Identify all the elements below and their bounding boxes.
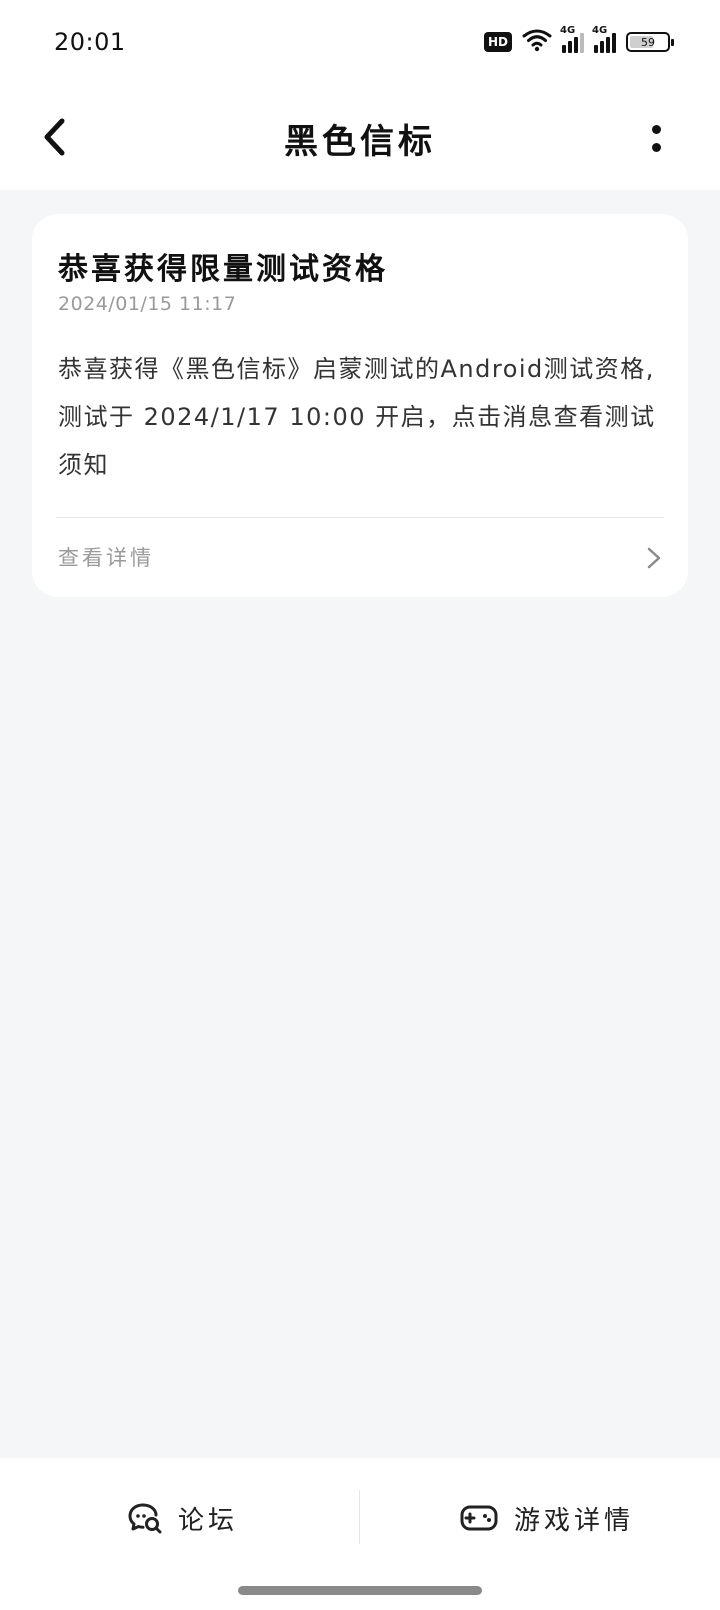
status-time: 20:01	[54, 28, 126, 56]
message-body: 恭喜获得《黑色信标》启蒙测试的Android测试资格,测试于 2024/1/17…	[58, 355, 656, 479]
hd-voice-icon: HD	[483, 32, 512, 52]
signal-icon: 4G	[592, 25, 616, 53]
message-card[interactable]: 恭喜获得限量测试资格 2024/01/15 11:17 恭喜获得《黑色信标》启蒙…	[32, 214, 688, 597]
network-type-label: 4G	[560, 25, 576, 36]
more-vertical-icon	[651, 124, 661, 134]
signal-icon: 4G	[560, 25, 584, 53]
game-details-label: 游戏详情	[514, 1505, 635, 1536]
view-details-label: 查看详情	[58, 546, 154, 570]
bottom-divider	[359, 1490, 360, 1544]
status-bar: 20:01 HD 4G 4G 59	[0, 0, 720, 86]
battery-icon: 59	[626, 32, 674, 52]
network-type-label: 4G	[592, 25, 608, 36]
game-details-button[interactable]: 游戏详情	[460, 1478, 634, 1558]
screen: 20:01 HD 4G 4G 59 黑色信标 恭喜获得限量测试资格 2024/0…	[0, 0, 720, 1610]
wifi-icon	[522, 28, 552, 56]
home-indicator[interactable]	[238, 1586, 482, 1595]
status-icons: HD 4G 4G 59	[483, 25, 674, 56]
forum-button[interactable]: 论坛	[128, 1478, 238, 1558]
gamepad-icon	[460, 1505, 498, 1531]
chevron-right-icon	[647, 547, 661, 569]
header: 黑色信标	[0, 86, 720, 190]
page-title: 黑色信标	[284, 122, 436, 162]
battery-level: 59	[641, 35, 655, 49]
forum-label: 论坛	[178, 1505, 239, 1536]
message-title: 恭喜获得限量测试资格	[58, 252, 388, 287]
more-options-button[interactable]	[636, 112, 676, 164]
view-details-link[interactable]: 查看详情	[32, 518, 688, 597]
message-date: 2024/01/15 11:17	[58, 293, 237, 315]
forum-chat-icon	[128, 1503, 162, 1534]
